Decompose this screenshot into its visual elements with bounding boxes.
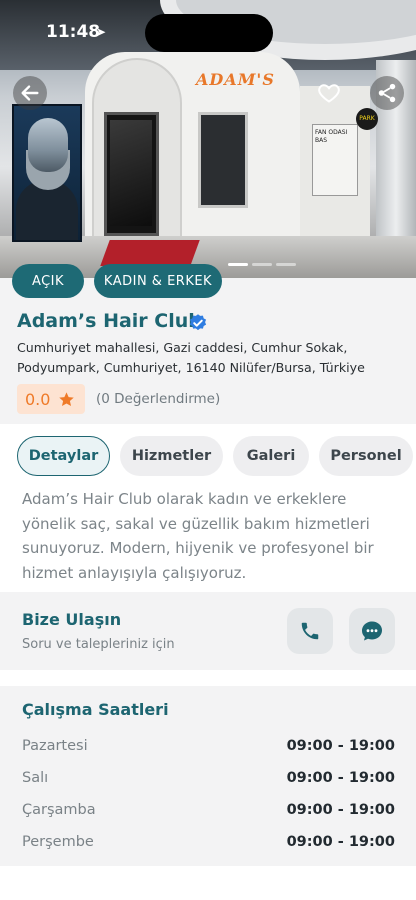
rating-badge: 0.0 bbox=[17, 384, 85, 414]
hours-row: Perşembe 09:00 - 19:00 bbox=[22, 834, 395, 850]
location-arrow-icon: ➤ bbox=[96, 25, 107, 39]
hours-time: 09:00 - 19:00 bbox=[286, 802, 395, 818]
hero-door-glass bbox=[110, 120, 152, 226]
tab-hizmetler[interactable]: Hizmetler bbox=[120, 436, 223, 476]
open-status-badge: AÇIK bbox=[12, 264, 84, 298]
hero-sign-dot: PARK bbox=[356, 108, 378, 130]
favorite-button[interactable] bbox=[312, 76, 346, 110]
hours-row: Pazartesi 09:00 - 19:00 bbox=[22, 738, 395, 754]
hero-banner: FAN ODASI BAS bbox=[312, 124, 358, 196]
hours-day: Pazartesi bbox=[22, 738, 88, 754]
venue-description: Adam’s Hair Club olarak kadın ve erkekle… bbox=[22, 490, 374, 582]
hours-day: Çarşamba bbox=[22, 802, 96, 818]
dynamic-island bbox=[145, 14, 273, 52]
hero-rug bbox=[100, 240, 200, 266]
contact-title: Bize Ulaşın bbox=[22, 610, 122, 629]
hero-poster-face bbox=[28, 118, 68, 172]
hours-row: Çarşamba 09:00 - 19:00 bbox=[22, 802, 395, 818]
contact-subtitle: Soru ve talepleriniz için bbox=[22, 637, 175, 652]
working-hours-title: Çalışma Saatleri bbox=[22, 700, 169, 719]
chat-bubble-icon bbox=[362, 621, 382, 641]
heart-icon bbox=[318, 84, 340, 103]
hours-day: Salı bbox=[22, 770, 49, 786]
phone-icon bbox=[301, 622, 319, 640]
hours-row: Salı 09:00 - 19:00 bbox=[22, 770, 395, 786]
rating-count: (0 Değerlendirme) bbox=[96, 391, 221, 407]
hours-time: 09:00 - 19:00 bbox=[286, 738, 395, 754]
venue-address: Cumhuriyet mahallesi, Gazi caddesi, Cumh… bbox=[17, 340, 365, 375]
carousel-dot[interactable] bbox=[228, 263, 248, 266]
hero-window bbox=[198, 112, 248, 208]
venue-title: Adam’s Hair Club bbox=[17, 310, 202, 332]
tab-detaylar[interactable]: Detaylar bbox=[17, 436, 110, 476]
carousel-dot[interactable] bbox=[252, 263, 272, 266]
tab-galeri[interactable]: Galeri bbox=[233, 436, 309, 476]
gender-badge: KADIN & ERKEK bbox=[94, 264, 222, 298]
tab-personel[interactable]: Personel bbox=[319, 436, 413, 476]
hours-time: 09:00 - 19:00 bbox=[286, 834, 395, 850]
status-time: 11:48 bbox=[46, 22, 101, 42]
hours-day: Perşembe bbox=[22, 834, 94, 850]
rating-value: 0.0 bbox=[25, 389, 51, 409]
carousel-dot[interactable] bbox=[276, 263, 296, 266]
message-button[interactable] bbox=[349, 608, 395, 654]
call-button[interactable] bbox=[287, 608, 333, 654]
back-button[interactable] bbox=[13, 76, 47, 110]
carousel-indicator bbox=[228, 263, 296, 266]
detail-tabs: Detaylar Hizmetler Galeri Personel bbox=[17, 436, 413, 478]
hours-time: 09:00 - 19:00 bbox=[286, 770, 395, 786]
star-icon bbox=[59, 391, 75, 406]
verified-badge-icon bbox=[188, 313, 208, 337]
share-icon bbox=[378, 83, 396, 103]
hero-store-sign: ADAM'S bbox=[196, 70, 275, 89]
share-button[interactable] bbox=[370, 76, 404, 110]
arrow-left-icon bbox=[21, 85, 39, 101]
